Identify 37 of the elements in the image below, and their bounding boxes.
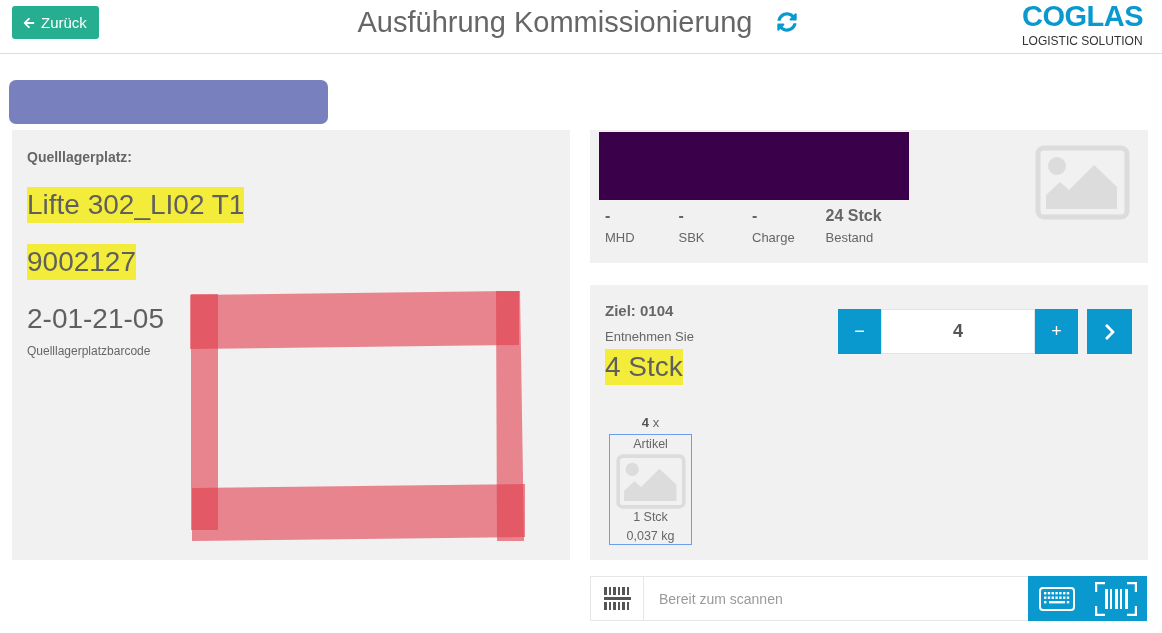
back-button[interactable]: Zurück	[12, 6, 99, 39]
detail-label: Bestand	[825, 230, 874, 246]
scan-frame-icon	[1095, 581, 1137, 616]
barcode-caption: Quelllagerplatzbarcode	[27, 344, 151, 358]
pick-instruction: Entnehmen Sie	[605, 329, 694, 345]
package-name: Artikel	[633, 436, 668, 452]
arrow-left-icon	[23, 16, 35, 29]
detail-label: Charge	[752, 230, 795, 246]
scan-button[interactable]	[1085, 576, 1147, 621]
next-button[interactable]	[1087, 309, 1132, 354]
increment-button[interactable]: +	[1035, 309, 1078, 354]
detail-value: -	[678, 206, 684, 226]
keyboard-button[interactable]	[1028, 576, 1085, 621]
location-text: Lifte 302_LI02 T1	[27, 187, 245, 223]
package-units: 1 Stck	[633, 509, 668, 525]
package-count: 4 x	[641, 415, 660, 431]
location-text: 9002127	[27, 244, 136, 280]
package-tile[interactable]: Artikel 1 Stck 0,037 kg	[609, 434, 692, 545]
detail-label: SBK	[678, 230, 705, 246]
logo-tagline: LOGISTIC SOLUTION	[1021, 34, 1143, 48]
pick-target: Ziel: 0104	[605, 302, 674, 320]
detail-value: -	[752, 206, 758, 226]
detail-value: 24 Stck	[825, 206, 882, 226]
section-heading: Quelllagerplatz:	[27, 148, 133, 166]
pick-quantity: 4 Stck	[605, 349, 683, 385]
page-title: Ausführung Kommissionierung	[357, 5, 753, 40]
detail-label: MHD	[605, 230, 635, 246]
quantity-field[interactable]: 4	[881, 309, 1035, 354]
package-weight: 0,037 kg	[626, 528, 675, 544]
detail-value: -	[605, 206, 611, 226]
keyboard-icon	[1038, 586, 1075, 611]
refresh-icon[interactable]	[777, 12, 798, 32]
location-text: 2-01-21-05	[27, 302, 164, 336]
decrement-button[interactable]: −	[838, 309, 881, 354]
barcode-icon	[603, 587, 631, 610]
logo-text: COGLAS	[1021, 2, 1143, 30]
scan-input[interactable]: Bereit zum scannen	[644, 576, 1028, 621]
